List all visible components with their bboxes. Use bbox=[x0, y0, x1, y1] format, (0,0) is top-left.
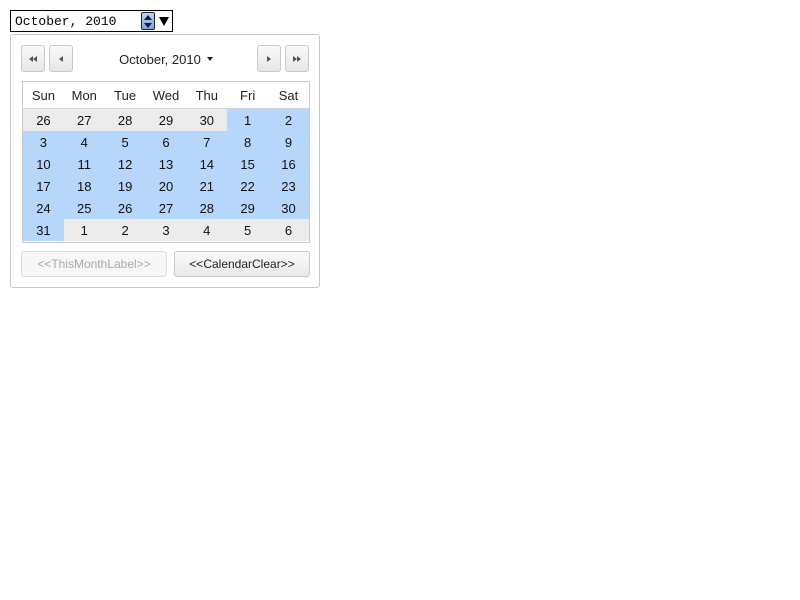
next-year-button[interactable] bbox=[285, 45, 309, 72]
double-chevron-left-icon bbox=[29, 55, 37, 62]
adjacent-month-day-cell[interactable]: 4 bbox=[186, 219, 228, 241]
caret-down-icon bbox=[206, 57, 213, 61]
day-cell[interactable]: 31 bbox=[23, 219, 64, 241]
day-cell[interactable]: 23 bbox=[268, 175, 309, 197]
adjacent-month-day-cell[interactable]: 27 bbox=[63, 108, 105, 131]
day-cell[interactable]: 18 bbox=[63, 175, 105, 197]
adjacent-month-day-cell[interactable]: 5 bbox=[227, 219, 269, 241]
clear-button[interactable]: <<CalendarClear>> bbox=[174, 251, 310, 277]
day-cell[interactable]: 14 bbox=[186, 153, 228, 175]
week-row: 26 27 28 29 30 1 2 bbox=[23, 108, 309, 131]
adjacent-month-day-cell[interactable]: 2 bbox=[104, 219, 146, 241]
prev-month-button[interactable] bbox=[49, 45, 73, 72]
day-cell[interactable]: 21 bbox=[186, 175, 228, 197]
calendar-grid: Sun Mon Tue Wed Thu Fri Sat 26 27 28 29 30 1 2… bbox=[22, 81, 310, 243]
day-cell[interactable]: 19 bbox=[104, 175, 146, 197]
chevron-right-icon bbox=[267, 55, 271, 62]
day-cell[interactable]: 10 bbox=[23, 153, 64, 175]
day-cell[interactable]: 27 bbox=[145, 197, 187, 219]
week-row: 17 18 19 20 21 22 23 bbox=[23, 175, 309, 197]
weekday-header-row: Sun Mon Tue Wed Thu Fri Sat bbox=[23, 82, 309, 109]
this-month-button: <<ThisMonthLabel>> bbox=[21, 251, 167, 277]
spin-up-icon[interactable] bbox=[144, 14, 152, 20]
adjacent-month-day-cell[interactable]: 28 bbox=[104, 108, 146, 131]
day-cell[interactable]: 29 bbox=[227, 197, 269, 219]
day-cell[interactable]: 13 bbox=[145, 153, 187, 175]
day-cell[interactable]: 22 bbox=[227, 175, 269, 197]
weekday-header: Fri bbox=[227, 82, 269, 109]
day-cell[interactable]: 26 bbox=[104, 197, 146, 219]
day-cell[interactable]: 30 bbox=[268, 197, 309, 219]
next-month-button[interactable] bbox=[257, 45, 281, 72]
calendar-popup: October, 2010 Sun Mon Tue Wed Thu Fri Sa… bbox=[10, 34, 320, 288]
week-row: 24 25 26 27 28 29 30 bbox=[23, 197, 309, 219]
day-cell[interactable]: 24 bbox=[23, 197, 64, 219]
adjacent-month-day-cell[interactable]: 29 bbox=[145, 108, 187, 131]
weekday-header: Sat bbox=[268, 82, 309, 109]
dropdown-arrow-icon[interactable] bbox=[159, 16, 169, 26]
day-cell[interactable]: 4 bbox=[63, 131, 105, 153]
prev-year-button[interactable] bbox=[21, 45, 45, 72]
month-year-label: October, 2010 bbox=[119, 51, 201, 67]
day-cell[interactable]: 3 bbox=[23, 131, 64, 153]
day-cell[interactable]: 20 bbox=[145, 175, 187, 197]
day-cell[interactable]: 15 bbox=[227, 153, 269, 175]
day-cell[interactable]: 12 bbox=[104, 153, 146, 175]
weekday-header: Mon bbox=[63, 82, 105, 109]
adjacent-month-day-cell[interactable]: 1 bbox=[63, 219, 105, 241]
adjacent-month-day-cell[interactable]: 26 bbox=[23, 108, 64, 131]
day-cell[interactable]: 11 bbox=[63, 153, 105, 175]
day-cell[interactable]: 16 bbox=[268, 153, 309, 175]
day-cell[interactable]: 9 bbox=[268, 131, 309, 153]
weekday-header: Wed bbox=[145, 82, 187, 109]
weekday-header: Sun bbox=[23, 82, 64, 109]
adjacent-month-day-cell[interactable]: 6 bbox=[268, 219, 309, 241]
day-cell[interactable]: 17 bbox=[23, 175, 64, 197]
adjacent-month-day-cell[interactable]: 3 bbox=[145, 219, 187, 241]
day-cell[interactable]: 8 bbox=[227, 131, 269, 153]
adjacent-month-day-cell[interactable]: 30 bbox=[186, 108, 228, 131]
week-row: 31 1 2 3 4 5 6 bbox=[23, 219, 309, 241]
day-cell[interactable]: 28 bbox=[186, 197, 228, 219]
double-chevron-right-icon bbox=[293, 55, 301, 62]
spin-down-icon[interactable] bbox=[144, 22, 152, 28]
week-row: 3456789 bbox=[23, 131, 309, 153]
day-cell[interactable]: 1 bbox=[227, 108, 269, 131]
weekday-header: Tue bbox=[104, 82, 146, 109]
month-input[interactable]: October, 2010 bbox=[10, 10, 173, 32]
chevron-left-icon bbox=[59, 55, 63, 62]
day-cell[interactable]: 6 bbox=[145, 131, 187, 153]
spinner-icon[interactable] bbox=[141, 12, 155, 30]
day-cell[interactable]: 25 bbox=[63, 197, 105, 219]
week-row: 10 11 12 13 14 15 16 bbox=[23, 153, 309, 175]
month-input-value[interactable]: October, 2010 bbox=[11, 14, 139, 29]
weekday-header: Thu bbox=[186, 82, 228, 109]
day-cell[interactable]: 5 bbox=[104, 131, 146, 153]
day-cell[interactable]: 7 bbox=[186, 131, 228, 153]
day-cell[interactable]: 2 bbox=[268, 108, 309, 131]
calendar-days: 26 27 28 29 30 1 2 3 4 5 6 7 8 9 10 11 12 13 14 15 16 17 18 19 2… bbox=[23, 108, 309, 241]
month-year-selector[interactable]: October, 2010 bbox=[111, 50, 221, 68]
